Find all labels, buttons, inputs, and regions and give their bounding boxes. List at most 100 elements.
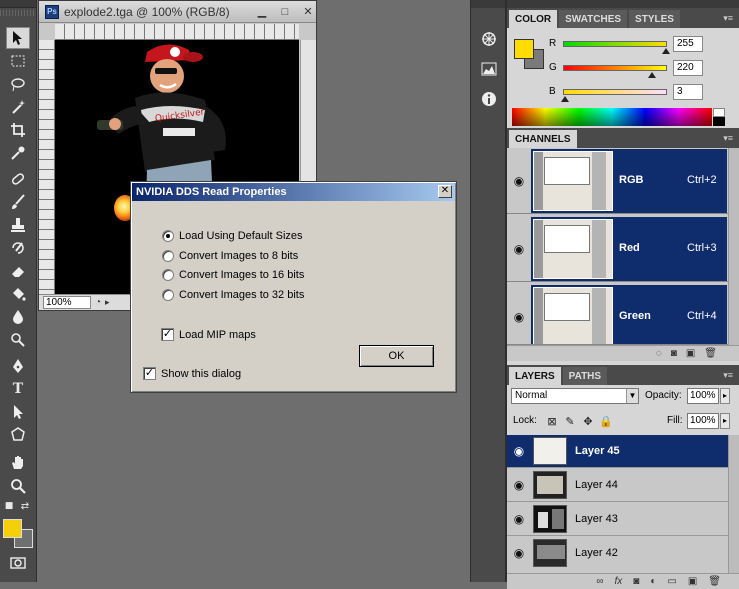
blue-track[interactable] xyxy=(563,89,667,95)
green-slider[interactable]: G 220 xyxy=(547,60,737,78)
blue-value-field[interactable]: 3 xyxy=(673,84,703,100)
panel-menu-icon[interactable]: ▾≡ xyxy=(723,370,733,381)
color-spectrum-bar[interactable] xyxy=(512,108,712,126)
ok-button[interactable]: OK xyxy=(359,345,434,367)
dodge-tool-icon[interactable] xyxy=(6,329,30,351)
save-selection-icon[interactable]: ◙ xyxy=(671,348,677,359)
channels-scrollbar[interactable] xyxy=(728,148,739,345)
show-dialog-option[interactable]: ✓ Show this dialog xyxy=(143,367,241,380)
marquee-tool-icon[interactable] xyxy=(6,50,30,72)
layers-scrollbar[interactable] xyxy=(728,435,739,573)
type-tool-icon[interactable]: T xyxy=(6,378,30,400)
layer-row[interactable]: ◉ Layer 45 xyxy=(507,435,729,468)
radio-16-bits[interactable] xyxy=(162,269,174,281)
document-titlebar[interactable]: Ps explode2.tga @ 100% (RGB/8) ▁ □ ✕ xyxy=(39,1,316,23)
tab-styles[interactable]: STYLES xyxy=(629,10,680,28)
visibility-eye-icon[interactable]: ◉ xyxy=(511,241,527,257)
hand-tool-icon[interactable] xyxy=(6,452,30,474)
load-mip-maps-checkbox[interactable]: ✓ xyxy=(161,328,174,341)
brush-tool-icon[interactable] xyxy=(6,191,30,213)
lasso-tool-icon[interactable] xyxy=(6,73,30,95)
quick-mask-icon[interactable] xyxy=(6,552,30,574)
dialog-close-button[interactable]: ✕ xyxy=(438,185,452,198)
visibility-eye-icon[interactable]: ◉ xyxy=(511,511,527,527)
channel-row[interactable]: ◉ Green Ctrl+4 xyxy=(507,284,729,345)
delete-channel-icon[interactable]: 🗑 xyxy=(704,348,717,359)
panel-menu-icon[interactable]: ▾≡ xyxy=(723,133,733,144)
option-32-bits[interactable]: Convert Images to 32 bits xyxy=(162,289,304,301)
option-8-bits[interactable]: Convert Images to 8 bits xyxy=(162,250,298,262)
default-colors-icon[interactable]: ■ xyxy=(2,499,16,513)
zoom-tool-icon[interactable] xyxy=(6,475,30,497)
move-tool-icon[interactable] xyxy=(6,27,30,49)
load-selection-icon[interactable]: ◌ xyxy=(656,348,662,359)
blend-mode-select[interactable]: Normal ▼ xyxy=(511,388,639,404)
shape-tool-icon[interactable] xyxy=(6,424,30,446)
spectrum-white-chip[interactable] xyxy=(713,108,725,117)
clone-stamp-tool-icon[interactable] xyxy=(6,214,30,236)
new-channel-icon[interactable]: ▣ xyxy=(686,348,695,359)
tab-channels[interactable]: CHANNELS xyxy=(509,130,577,148)
fill-field[interactable]: 100% xyxy=(687,413,719,429)
status-arrow-icon[interactable]: ▸ xyxy=(105,297,110,308)
red-value-field[interactable]: 255 xyxy=(673,36,703,52)
info-icon[interactable] xyxy=(477,88,501,110)
lock-all-icon[interactable]: 🔒 xyxy=(599,414,613,428)
foreground-color-chip[interactable] xyxy=(514,39,534,59)
pen-tool-icon[interactable] xyxy=(6,355,30,377)
option-default-sizes[interactable]: Load Using Default Sizes xyxy=(162,230,303,242)
layer-row[interactable]: ◉ Layer 42 xyxy=(507,537,729,573)
visibility-eye-icon[interactable]: ◉ xyxy=(511,477,527,493)
lock-transparent-icon[interactable]: ⊠ xyxy=(545,414,559,428)
show-dialog-checkbox[interactable]: ✓ xyxy=(143,367,156,380)
opacity-field[interactable]: 100% xyxy=(687,388,719,404)
magic-wand-tool-icon[interactable] xyxy=(6,96,30,118)
green-track[interactable] xyxy=(563,65,667,71)
crop-tool-icon[interactable] xyxy=(6,119,30,141)
radio-32-bits[interactable] xyxy=(162,289,174,301)
foreground-color-swatch[interactable] xyxy=(3,519,22,538)
tab-swatches[interactable]: SWATCHES xyxy=(559,10,628,28)
red-track[interactable] xyxy=(563,41,667,47)
toolbox-grip[interactable] xyxy=(0,0,36,8)
tab-layers[interactable]: LAYERS xyxy=(509,367,561,385)
load-mip-maps-option[interactable]: ✓ Load MIP maps xyxy=(161,328,256,341)
toolbox-handle[interactable] xyxy=(0,10,36,16)
minimize-icon[interactable]: ▁ xyxy=(254,5,270,19)
dock-grip[interactable] xyxy=(507,0,739,8)
tab-color[interactable]: COLOR xyxy=(509,10,558,28)
strip-grip[interactable] xyxy=(471,0,505,8)
panel-menu-icon[interactable]: ▾≡ xyxy=(723,13,733,24)
visibility-eye-icon[interactable]: ◉ xyxy=(511,545,527,561)
radio-8-bits[interactable] xyxy=(162,250,174,262)
close-icon[interactable]: ✕ xyxy=(300,5,316,19)
path-selection-tool-icon[interactable] xyxy=(6,401,30,423)
zoom-level-field[interactable]: 100% xyxy=(43,296,91,309)
tab-paths[interactable]: PATHS xyxy=(562,367,608,385)
blue-slider[interactable]: B 3 xyxy=(547,84,737,102)
blue-thumb[interactable] xyxy=(561,96,570,102)
red-slider[interactable]: R 255 xyxy=(547,36,737,54)
layer-row[interactable]: ◉ Layer 44 xyxy=(507,469,729,502)
lock-position-icon[interactable]: ✥ xyxy=(581,414,595,428)
histogram-icon[interactable] xyxy=(477,58,501,80)
swap-colors-icon[interactable]: ⇄ xyxy=(18,499,32,513)
spectrum-black-chip[interactable] xyxy=(713,117,725,126)
green-thumb[interactable] xyxy=(648,72,657,78)
chevron-down-icon[interactable]: ▼ xyxy=(626,389,638,403)
maximize-icon[interactable]: □ xyxy=(277,5,293,19)
radio-default-sizes[interactable] xyxy=(162,230,174,242)
paint-bucket-tool-icon[interactable] xyxy=(6,283,30,305)
option-16-bits[interactable]: Convert Images to 16 bits xyxy=(162,269,304,281)
history-brush-tool-icon[interactable] xyxy=(6,237,30,259)
opacity-arrow-icon[interactable]: ▸ xyxy=(720,388,730,404)
fill-arrow-icon[interactable]: ▸ xyxy=(720,413,730,429)
visibility-eye-icon[interactable]: ◉ xyxy=(511,309,527,325)
lock-image-icon[interactable]: ✎ xyxy=(563,414,577,428)
green-value-field[interactable]: 220 xyxy=(673,60,703,76)
dialog-titlebar[interactable]: NVIDIA DDS Read Properties xyxy=(132,183,455,201)
channel-row[interactable]: ◉ Red Ctrl+3 xyxy=(507,216,729,282)
healing-brush-tool-icon[interactable] xyxy=(6,168,30,190)
status-info-icon[interactable]: ◔ xyxy=(95,297,101,308)
eyedropper-tool-icon[interactable] xyxy=(6,142,30,164)
